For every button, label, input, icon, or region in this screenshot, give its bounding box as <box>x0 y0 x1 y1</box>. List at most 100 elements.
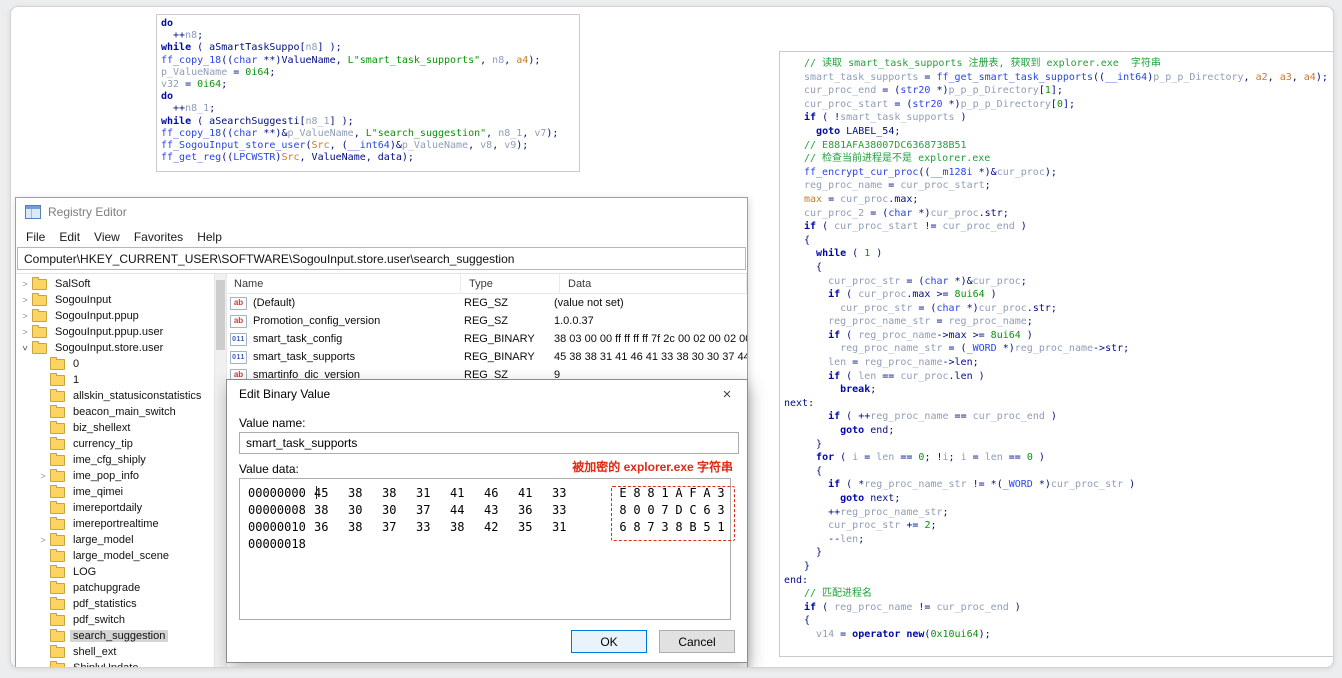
chevron-right-icon[interactable]: > <box>38 471 48 481</box>
folder-icon <box>50 453 65 466</box>
tree-item-pdf_switch[interactable]: >pdf_switch <box>16 612 214 628</box>
tree-item-shell_ext[interactable]: >shell_ext <box>16 644 214 660</box>
list-column-headers: Name Type Data <box>226 274 747 294</box>
value-name-input[interactable]: smart_task_supports <box>239 432 739 454</box>
menu-item-view[interactable]: View <box>87 230 127 244</box>
decompiled-code-panel-right: // 读取 smart_task_supports 注册表, 获取到 explo… <box>779 51 1333 657</box>
hex-row[interactable]: 00000018 <box>240 535 730 552</box>
registry-title-bar[interactable]: Registry Editor <box>16 198 747 226</box>
hex-row[interactable]: 00000008 38 30 30 37 44 43 36 33 8 0 0 7 D C 6 3 <box>240 501 730 518</box>
code-line: if ( cur_proc.max >= 8ui64 ) <box>828 289 997 301</box>
tree-item-beacon_main_switch[interactable]: >beacon_main_switch <box>16 404 214 420</box>
registry-value-row[interactable]: ab (Default) REG_SZ (value not set) <box>226 294 747 312</box>
menu-item-help[interactable]: Help <box>190 230 229 244</box>
chevron-right-icon[interactable]: > <box>20 327 30 337</box>
menu-item-file[interactable]: File <box>19 230 52 244</box>
tree-item-label: ime_qimei <box>73 486 124 498</box>
ok-button[interactable]: OK <box>571 630 647 653</box>
folder-icon <box>50 421 65 434</box>
chevron-right-icon[interactable]: > <box>20 311 30 321</box>
close-icon[interactable]: × <box>707 380 747 408</box>
reg-sz-icon: ab <box>230 296 247 310</box>
hex-byte: 35 <box>518 519 533 534</box>
code-line: p_ValueName = 0i64; <box>161 66 276 78</box>
hex-byte: 38 <box>314 502 329 517</box>
tree-item-SalSoft[interactable]: > SalSoft <box>16 276 214 292</box>
analysis-canvas: do ++n8; while ( aSmartTaskSuppo[n8] ); ff… <box>10 6 1334 668</box>
hex-row[interactable]: 00000010 36 38 37 33 38 42 35 31 6 8 7 3 8 B 5 1 <box>240 518 730 535</box>
text-caret <box>316 486 317 499</box>
tree-item-SogouInput.ppup[interactable]: > SogouInput.ppup <box>16 308 214 324</box>
code-line: cur_proc_start = (str20 *)p_p_p_Director… <box>804 98 1075 110</box>
reg-sz-icon: ab <box>230 314 247 328</box>
ascii-char: 1 <box>661 485 669 500</box>
registry-value-row[interactable]: ab Promotion_config_version REG_SZ 1.0.0.37 <box>226 312 747 330</box>
folder-icon <box>50 613 65 626</box>
tree-item-ime_cfg_shiply[interactable]: >ime_cfg_shiply <box>16 452 214 468</box>
address-bar[interactable]: Computer\HKEY_CURRENT_USER\SOFTWARE\Sogo… <box>17 247 746 270</box>
value-data-label: Value data: <box>239 462 299 476</box>
value-name: smart_task_config <box>253 333 343 345</box>
tree-item-imereportdaily[interactable]: >imereportdaily <box>16 500 214 516</box>
dialog-title-bar[interactable]: Edit Binary Value <box>227 380 747 408</box>
tree-item-1[interactable]: >1 <box>16 372 214 388</box>
tree-item-label: search_suggestion <box>70 630 169 642</box>
cancel-button[interactable]: Cancel <box>659 630 735 653</box>
tree-item-LOG[interactable]: >LOG <box>16 564 214 580</box>
tree-item-SogouInput.ppup.user[interactable]: > SogouInput.ppup.user <box>16 324 214 340</box>
chevron-right-icon[interactable]: > <box>38 535 48 545</box>
value-name-cell: 011 smart_task_config <box>226 332 464 346</box>
registry-value-row[interactable]: 011 smart_task_supports REG_BINARY 45 38 38… <box>226 348 747 366</box>
column-header-name[interactable]: Name <box>226 274 461 293</box>
tree-item-label: pdf_statistics <box>73 598 137 610</box>
tree-item-ShiplyUpdate[interactable]: >ShiplyUpdate <box>16 660 214 667</box>
registry-value-row[interactable]: 011 smart_task_config REG_BINARY 38 03 00 0… <box>226 330 747 348</box>
tree-item-SogouInput[interactable]: > SogouInput <box>16 292 214 308</box>
folder-icon <box>32 277 47 290</box>
column-header-data[interactable]: Data <box>560 274 747 293</box>
tree-item-currency_tip[interactable]: >currency_tip <box>16 436 214 452</box>
tree-item-ime_qimei[interactable]: >ime_qimei <box>16 484 214 500</box>
chevron-down-icon[interactable]: > <box>20 343 30 353</box>
code-line: if ( cur_proc_start != cur_proc_end ) <box>804 221 1027 233</box>
hex-byte: 33 <box>416 519 431 534</box>
tree-item-ime_pop_info[interactable]: > ime_pop_info <box>16 468 214 484</box>
value-data: 38 03 00 00 ff ff ff ff 7f 2c 00 02 00 0… <box>554 333 747 345</box>
ascii-char: F <box>689 485 697 500</box>
tree-item-imereportrealtime[interactable]: >imereportrealtime <box>16 516 214 532</box>
folder-icon <box>32 293 47 306</box>
tree-item-search_suggestion[interactable]: >search_suggestion <box>16 628 214 644</box>
menu-item-edit[interactable]: Edit <box>52 230 87 244</box>
list-rows: ab (Default) REG_SZ (value not set) ab Promot… <box>226 294 747 384</box>
tree-item-large_model_scene[interactable]: >large_model_scene <box>16 548 214 564</box>
registry-editor-icon <box>25 205 41 219</box>
code-line: next: <box>784 397 815 409</box>
reg-binary-icon: 011 <box>230 332 247 346</box>
value-name: smart_task_supports <box>253 351 356 363</box>
hex-editor[interactable]: 00000000 45 38 38 31 41 46 41 33 E 8 8 1 A F A 3 00000008… <box>239 478 735 620</box>
tree-item-label: patchupgrade <box>73 582 141 594</box>
tree-item-SogouInput.store.user[interactable]: > SogouInput.store.user <box>16 340 214 356</box>
tree-item-patchupgrade[interactable]: >patchupgrade <box>16 580 214 596</box>
hex-byte: 30 <box>382 502 397 517</box>
chevron-right-icon[interactable]: > <box>20 279 30 289</box>
tree-item-allskin_statusiconstatistics[interactable]: >allskin_statusiconstatistics <box>16 388 214 404</box>
code-line: v32 = 0i64; <box>161 79 228 91</box>
code-line: do <box>161 18 174 29</box>
tree-item-large_model[interactable]: > large_model <box>16 532 214 548</box>
tree-item-biz_shellext[interactable]: >biz_shellext <box>16 420 214 436</box>
value-type: REG_BINARY <box>464 333 535 345</box>
tree-item-pdf_statistics[interactable]: >pdf_statistics <box>16 596 214 612</box>
code-line: ++reg_proc_name_str; <box>804 506 949 518</box>
tree-item-label: biz_shellext <box>73 422 131 434</box>
scrollbar-thumb[interactable] <box>216 280 225 350</box>
tree-item-label: LOG <box>73 566 97 578</box>
column-header-type[interactable]: Type <box>461 274 560 293</box>
tree-item-0[interactable]: >0 <box>16 356 214 372</box>
folder-icon <box>50 581 65 594</box>
ascii-char: D <box>675 502 683 517</box>
menu-item-favorites[interactable]: Favorites <box>127 230 190 244</box>
code-line: ff_copy_18((char **)&p_ValueName, L"sear… <box>161 127 559 139</box>
hex-row[interactable]: 00000000 45 38 38 31 41 46 41 33 E 8 8 1 A F A 3 <box>240 484 730 501</box>
chevron-right-icon[interactable]: > <box>20 295 30 305</box>
